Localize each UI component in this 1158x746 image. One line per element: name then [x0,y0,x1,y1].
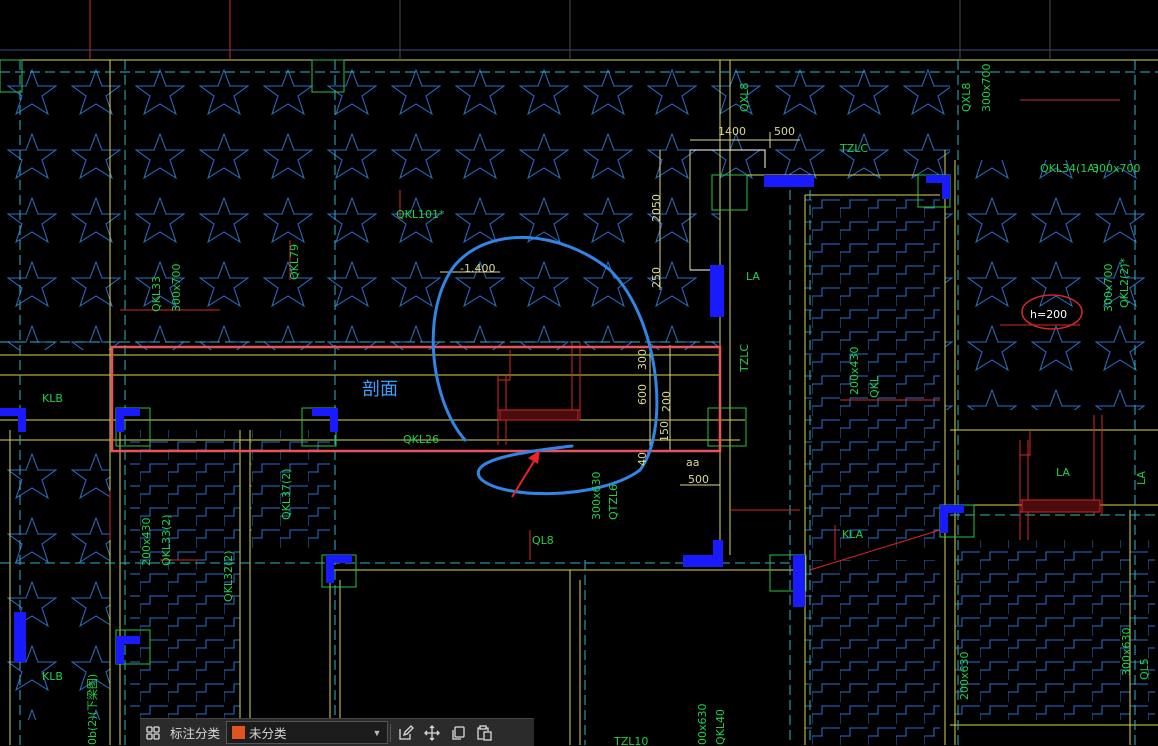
beam-label: QKL79 [288,244,301,280]
cad-canvas[interactable]: QKL101*QKL79QKL33 300x700QXL8 300x700QKL34… [0,0,1158,745]
dimension-label: 1400 [718,125,746,138]
beam-label: KLA [842,528,864,541]
beam-label: TZLC [738,344,751,373]
beam-label: LA [1056,466,1070,479]
beam-label: KLB [42,670,63,683]
move-icon[interactable] [419,719,445,746]
dimension-label: 300 [636,349,649,370]
beam-label: QKL40 [714,709,727,745]
beam-label: 300x630 [1120,627,1133,676]
beam-label: 00x630 [696,703,709,745]
beam-label: LA [1135,471,1148,485]
beam-label: LA [746,270,760,283]
category-value: 未分类 [249,727,287,741]
dimension-label: aa [686,456,699,469]
dimension-label: -1.400 [460,262,495,275]
section-label: 剖面 [362,379,398,400]
beam-label: KLB [42,392,63,405]
beam-label: TZL10 [613,735,648,745]
chevron-down-icon: ▼ [372,727,382,738]
beam-label: QKL32(2) [222,550,235,602]
dimension-label: 600 [636,384,649,405]
beam-label: 300x700 [980,63,993,112]
category-label: 标注分类 [170,727,221,741]
beam-label: QKL101* [396,208,445,221]
dimension-label: 250 [650,267,663,288]
beam-label: 0b(2)(下梁图) [85,674,99,745]
beam-label: 200x430 [140,517,153,566]
beam-label: QKL33 [150,276,163,312]
annotation-toolbar: 标注分类 未分类 ▼ [140,718,534,746]
reference-grid [89,0,1051,60]
paste-icon[interactable] [471,719,497,746]
beam-label: QKL26 [403,433,439,446]
slab-hatch [0,60,1158,745]
beam-label: QXL8 [738,83,751,112]
beam-label: QKL33(2) [160,514,173,566]
beam-label: QKL37(2) [280,468,293,520]
beam-label: 200x430 [848,346,861,395]
category-swatch [232,726,246,739]
copy-icon[interactable] [445,719,471,746]
dimension-label: 500 [774,125,795,138]
dimension-label: 2050 [650,194,663,222]
dimension-label: 40 [636,452,649,466]
beam-label: QKL34(1A) [1040,162,1099,175]
beam-label: QXL8 [960,83,973,112]
beam-label: TZLC [839,142,868,155]
dimension-label: 500 [688,473,709,486]
beam-label: 300x700 [170,263,183,312]
arrow-icon [511,450,540,498]
edit-icon[interactable] [393,719,419,746]
toolbar-separator [390,723,392,742]
category-select[interactable]: 未分类 ▼ [226,721,389,744]
beam-label: QL5 [1138,658,1151,680]
beam-label: QKL2(2)* [1118,257,1131,308]
dimension-label: 150 [658,421,671,442]
beam-label: 200x630 [958,651,971,700]
beam-label: QKL [868,375,881,398]
beam-label: 300x700 [1092,162,1141,175]
beam-label: QL8 [532,534,554,547]
beam-label: 300x700 [1102,263,1115,312]
dimension-label: 200 [660,391,673,412]
beam-label: 300x630 [590,471,603,520]
cloud-note: h=200 [1030,308,1067,321]
beam-label: QTZL6 [607,484,620,520]
grid-icon[interactable] [140,719,166,746]
